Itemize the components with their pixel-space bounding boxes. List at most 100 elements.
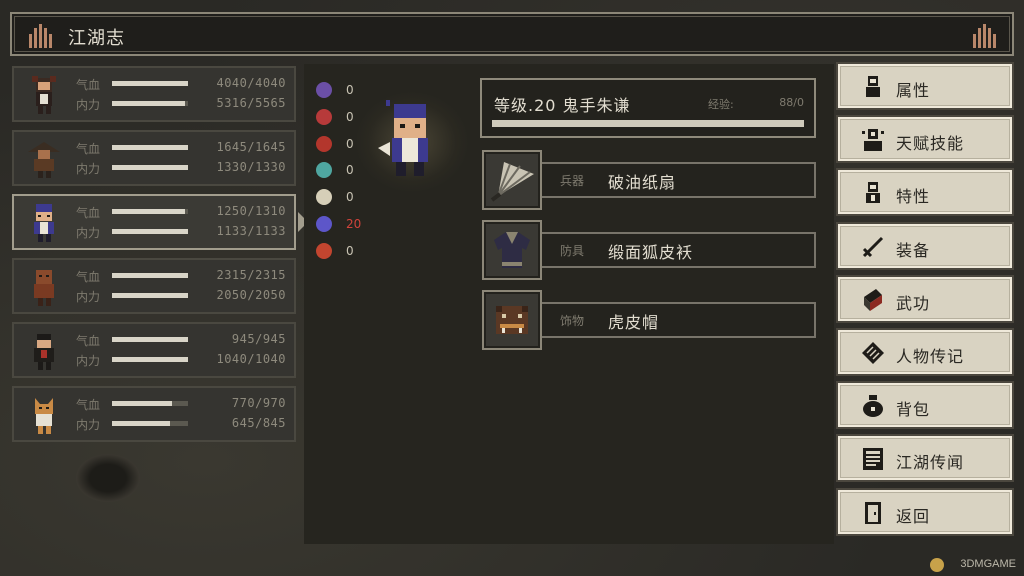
- character-portrait-icon: [35, 398, 53, 434]
- tiger-hat-icon: [496, 306, 528, 334]
- resistance-item: 0: [316, 242, 376, 270]
- menu-rumors-button[interactable]: 江湖传闻: [836, 434, 1014, 483]
- mp-value: 1133/1133: [216, 224, 286, 238]
- exp-value: 88/0: [779, 96, 804, 109]
- bug-icon: [316, 135, 332, 152]
- mp-value: 645/845: [231, 416, 286, 430]
- menu-traits-button[interactable]: 特性: [836, 168, 1014, 217]
- equipment-type: 饰物: [560, 314, 585, 328]
- character-portrait-icon: [28, 142, 60, 178]
- exp-label: 经验:: [708, 98, 734, 111]
- mp-label: 内力: [76, 98, 101, 112]
- exp-bar: [492, 120, 804, 127]
- mp-label: 内力: [76, 354, 101, 368]
- mp-value: 5316/5565: [216, 96, 286, 110]
- level-and-name: 等级.20 鬼手朱谦: [494, 96, 631, 115]
- equipment-slot-armor[interactable]: 防具 缎面狐皮袄: [482, 220, 816, 280]
- party-member-card[interactable]: 气血 770/970 内力 645/845: [12, 386, 296, 442]
- bag-icon: [863, 395, 883, 418]
- resistance-item: 0: [316, 189, 376, 216]
- hp-value: 1645/1645: [216, 140, 286, 154]
- menu-talents-button[interactable]: 天赋技能: [836, 115, 1014, 164]
- menu-attributes-button[interactable]: 属性: [836, 62, 1014, 110]
- bone-icon: [316, 189, 332, 206]
- party-member-card[interactable]: 气血 2315/2315 内力 2050/2050: [12, 258, 296, 314]
- resistance-item: 20: [316, 215, 376, 243]
- watermark: 3DMGAME: [960, 558, 1016, 570]
- hp-value: 945/945: [231, 332, 286, 346]
- equipment-slot-weapon[interactable]: 兵器 破油纸扇: [482, 150, 816, 210]
- party-member-card[interactable]: 气血 4040/4040 内力 5316/5565: [12, 66, 296, 122]
- hp-bar: [112, 337, 188, 342]
- hp-label: 气血: [76, 206, 101, 220]
- sword-icon: [862, 236, 884, 257]
- hp-bar: [112, 81, 188, 86]
- character-portrait-icon: [34, 204, 54, 242]
- poison-skull-icon: [316, 162, 332, 179]
- character-menu: 属性 天赋技能 特性 装备 武功 人物传记 背包 江湖传闻 返回: [836, 62, 1014, 541]
- mp-label: 内力: [76, 162, 101, 176]
- person-icon: [866, 76, 880, 97]
- mp-bar: [112, 421, 188, 426]
- resistance-value: 20: [346, 216, 362, 231]
- fan-icon: [490, 162, 534, 202]
- hp-bar: [112, 401, 188, 406]
- hp-bar: [112, 209, 188, 214]
- party-member-card-selected[interactable]: 气血 1250/1310 内力 1133/1133: [12, 194, 308, 250]
- broken-heart-icon: [316, 108, 332, 125]
- window-title: 江湖志: [68, 28, 125, 49]
- mp-bar: [112, 229, 188, 234]
- party-roster: 气血 4040/4040 内力 5316/5565 气血 1645/1645 内…: [12, 66, 308, 450]
- mp-bar: [112, 101, 188, 106]
- robe-icon: [494, 232, 530, 268]
- hp-value: 1250/1310: [216, 204, 286, 218]
- mp-value: 2050/2050: [216, 288, 286, 302]
- book-icon: [864, 288, 882, 311]
- hp-label: 气血: [76, 78, 101, 92]
- equipment-type: 兵器: [560, 174, 585, 188]
- party-member-card[interactable]: 气血 945/945 内力 1040/1040: [12, 322, 296, 378]
- resistance-value: 0: [346, 136, 354, 151]
- hp-bar: [112, 145, 188, 150]
- emblem-icon: [970, 20, 998, 48]
- talent-icon: [862, 129, 884, 152]
- hero-sprite: [378, 100, 428, 176]
- watermark-logo-icon: [930, 558, 944, 572]
- hp-label: 气血: [76, 142, 101, 156]
- character-portrait-icon: [32, 76, 56, 114]
- scroll-icon: [862, 341, 884, 364]
- hp-bar: [112, 273, 188, 278]
- skull-icon: [316, 82, 332, 98]
- level-panel: 等级.20 鬼手朱谦 经验: 88/0: [480, 78, 816, 138]
- menu-equipment-button[interactable]: 装备: [836, 221, 1014, 270]
- equipment-type: 防具: [560, 244, 585, 258]
- mp-bar: [112, 293, 188, 298]
- trait-icon: [866, 182, 880, 204]
- menu-biography-button[interactable]: 人物传记: [836, 327, 1014, 376]
- mp-label: 内力: [76, 290, 101, 304]
- equipment-name: 虎皮帽: [608, 313, 660, 332]
- emblem-icon: [26, 20, 54, 48]
- party-member-card[interactable]: 气血 1645/1645 内力 1330/1330: [12, 130, 296, 186]
- resistance-value: 0: [346, 83, 354, 97]
- hp-value: 770/970: [231, 396, 286, 410]
- character-portrait-icon: [34, 270, 54, 306]
- door-icon: [865, 501, 881, 524]
- equipment-slot-accessory[interactable]: 饰物 虎皮帽: [482, 290, 816, 350]
- mp-value: 1330/1330: [216, 160, 286, 174]
- scene-pot: [76, 454, 140, 502]
- character-portrait-icon: [34, 334, 54, 370]
- resistance-value: 0: [346, 243, 354, 258]
- resistance-value: 0: [346, 109, 354, 124]
- demon-icon: [316, 215, 332, 232]
- hp-label: 气血: [76, 398, 101, 412]
- mp-label: 内力: [76, 418, 101, 432]
- menu-inventory-button[interactable]: 背包: [836, 381, 1014, 430]
- menu-back-button[interactable]: 返回: [836, 487, 1014, 536]
- hp-value: 4040/4040: [216, 76, 286, 90]
- menu-martial-arts-button[interactable]: 武功: [836, 274, 1014, 323]
- equipment-name: 破油纸扇: [608, 173, 677, 192]
- hp-label: 气血: [76, 270, 101, 284]
- mp-bar: [112, 165, 188, 170]
- hp-label: 气血: [76, 334, 101, 348]
